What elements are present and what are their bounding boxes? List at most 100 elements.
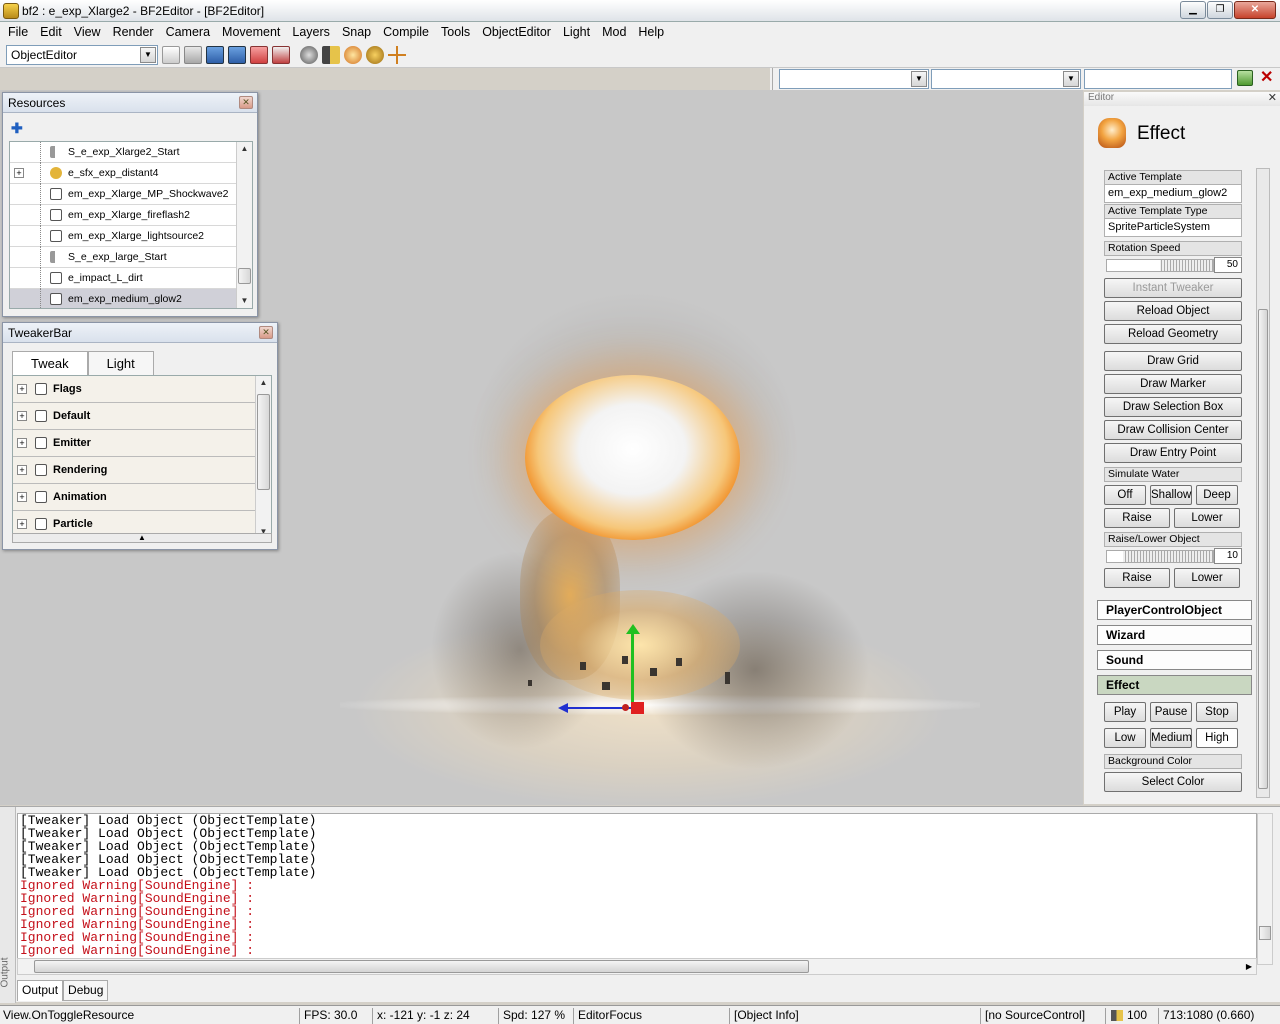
gizmo-y-arrow[interactable] [626,624,640,634]
group-flags[interactable]: + Flags [13,376,271,403]
section-playercontrolobject[interactable]: PlayerControlObject [1097,600,1252,620]
expand-icon[interactable]: + [17,465,27,475]
resources-list[interactable]: S_e_exp_Xlarge2_Start + e_sfx_exp_distan… [9,141,253,309]
tab-debug[interactable]: Debug [63,980,109,1001]
output-vscrollbar[interactable] [1257,813,1273,965]
close-icon[interactable]: ✕ [1268,93,1277,104]
quality-high-button[interactable]: High [1196,728,1238,748]
list-item[interactable]: em_exp_Xlarge_MP_Shockwave2 [10,184,252,205]
menu-light[interactable]: Light [557,22,596,42]
scroll-right-icon[interactable]: ▶ [1246,959,1252,974]
rotation-speed-value[interactable]: 50 [1214,257,1242,273]
maximize-button[interactable]: ❐ [1207,1,1233,19]
list-item[interactable]: em_exp_Xlarge_fireflash2 [10,205,252,226]
output-hscrollbar[interactable]: ▶ [17,958,1257,975]
tweak-scrollbar[interactable]: ▲ ▼ [255,376,271,539]
layer-combo[interactable]: ▼ [779,69,929,89]
group-default[interactable]: + Default [13,403,271,430]
add-icon[interactable] [1237,70,1253,86]
menu-render[interactable]: Render [107,22,160,42]
open-icon[interactable] [184,46,202,64]
expand-icon[interactable]: + [17,384,27,394]
close-icon[interactable]: ✕ [239,96,253,109]
water-raise-button[interactable]: Raise [1104,508,1170,528]
tab-tweak[interactable]: Tweak [12,351,88,375]
draw-marker-button[interactable]: Draw Marker [1104,374,1242,394]
group-animation[interactable]: + Animation [13,484,271,511]
object-raise-button[interactable]: Raise [1104,568,1170,588]
list-item[interactable]: S_e_exp_Xlarge2_Start [10,142,252,163]
pivot-icon[interactable] [388,46,406,64]
tab-light[interactable]: Light [87,351,154,375]
quality-medium-button[interactable]: Medium [1150,728,1192,748]
scroll-thumb[interactable] [34,960,809,973]
chevron-down-icon[interactable]: ▼ [1063,71,1079,87]
menu-tools[interactable]: Tools [435,22,476,42]
draw-selection-box-button[interactable]: Draw Selection Box [1104,397,1242,417]
close-button[interactable]: ✕ [1234,1,1276,19]
section-wizard[interactable]: Wizard [1097,625,1252,645]
expand-icon[interactable]: + [17,519,27,529]
expand-icon[interactable]: + [17,411,27,421]
import-icon[interactable] [250,46,268,64]
filter-combo[interactable]: ▼ [931,69,1081,89]
menu-view[interactable]: View [68,22,107,42]
scroll-thumb[interactable] [1259,926,1271,940]
scroll-thumb[interactable] [257,394,270,490]
pause-button[interactable]: Pause [1150,702,1192,722]
gizmo-x-arrow[interactable] [558,703,568,713]
tweak-icon[interactable] [366,46,384,64]
quality-low-button[interactable]: Low [1104,728,1146,748]
collapse-handle[interactable]: ▲ [12,533,272,543]
chevron-down-icon[interactable]: ▼ [140,47,156,63]
rotation-speed-slider[interactable] [1106,259,1214,272]
menu-objecteditor[interactable]: ObjectEditor [476,22,557,42]
expand-icon[interactable]: + [17,492,27,502]
section-sound[interactable]: Sound [1097,650,1252,670]
scroll-thumb[interactable] [238,268,251,284]
draw-entry-point-button[interactable]: Draw Entry Point [1104,443,1242,463]
select-color-button[interactable]: Select Color [1104,772,1242,792]
close-icon[interactable]: ✕ [259,326,273,339]
list-item[interactable]: e_impact_L_dirt [10,268,252,289]
reload-object-button[interactable]: Reload Object [1104,301,1242,321]
draw-collision-center-button[interactable]: Draw Collision Center [1104,420,1242,440]
scroll-up-icon[interactable]: ▲ [256,376,271,390]
list-item[interactable]: S_e_exp_large_Start [10,247,252,268]
tab-output[interactable]: Output [17,980,64,1001]
save-icon[interactable] [206,46,224,64]
menu-snap[interactable]: Snap [336,22,377,42]
list-item[interactable]: + e_sfx_exp_distant4 [10,163,252,184]
new-icon[interactable] [162,46,180,64]
gizmo-y-axis[interactable] [631,630,634,710]
raise-lower-slider[interactable] [1106,550,1214,563]
minimize-button[interactable]: ▁ [1180,1,1206,19]
raise-lower-value[interactable]: 10 [1214,548,1242,564]
menu-file[interactable]: File [2,22,34,42]
sound-icon[interactable] [322,46,340,64]
effect-icon[interactable] [344,46,362,64]
close-icon[interactable]: ✕ [1260,68,1276,88]
water-lower-button[interactable]: Lower [1174,508,1240,528]
menu-mod[interactable]: Mod [596,22,632,42]
water-off-button[interactable]: Off [1104,485,1146,505]
search-input[interactable] [1084,69,1232,89]
reload-geometry-button[interactable]: Reload Geometry [1104,324,1242,344]
settings-icon[interactable] [300,46,318,64]
stop-button[interactable]: Stop [1196,702,1238,722]
section-effect[interactable]: Effect [1097,675,1252,695]
resources-scrollbar[interactable]: ▲ ▼ [236,142,252,308]
group-emitter[interactable]: + Emitter [13,430,271,457]
menu-compile[interactable]: Compile [377,22,435,42]
save-all-icon[interactable] [228,46,246,64]
chevron-down-icon[interactable]: ▼ [911,71,927,87]
play-button[interactable]: Play [1104,702,1146,722]
gizmo-z-handle[interactable] [631,702,644,714]
list-item[interactable]: em_exp_Xlarge_lightsource2 [10,226,252,247]
menu-edit[interactable]: Edit [34,22,68,42]
draw-grid-button[interactable]: Draw Grid [1104,351,1242,371]
export-icon[interactable] [272,46,290,64]
expand-icon[interactable]: + [14,168,24,178]
expand-icon[interactable]: + [17,438,27,448]
menu-camera[interactable]: Camera [160,22,216,42]
